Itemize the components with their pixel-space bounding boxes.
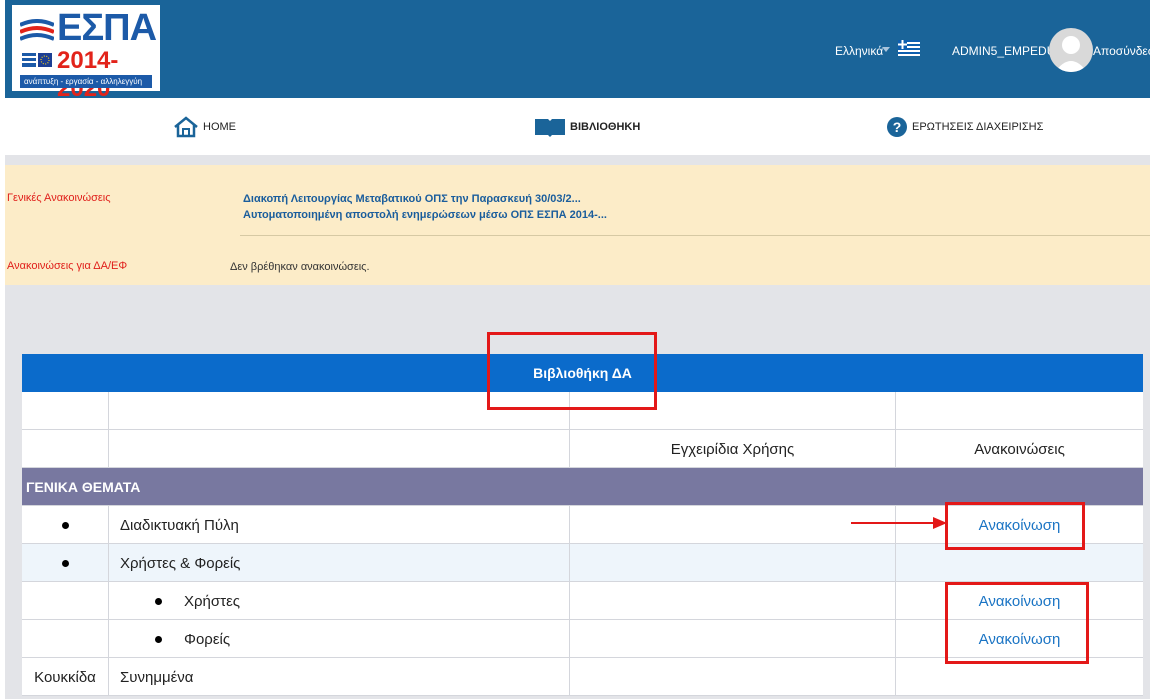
espa-logo[interactable]: ΕΣΠΑ 2014-2020 ανάπτυξη - εργασία - αλλη… — [12, 5, 160, 102]
table-cell — [22, 430, 109, 468]
table-cell: Συνημμένα — [109, 658, 570, 696]
logo-stripes-icon — [20, 19, 54, 41]
section-row: ΓΕΝΙΚΑ ΘΕΜΑΤΑ — [22, 468, 1143, 506]
logo-flags-icon — [22, 53, 52, 67]
svg-text:?: ? — [893, 119, 902, 135]
announcements-panel: Γενικές Ανακοινώσεις Διακοπή Λειτουργίας… — [5, 165, 1150, 285]
top-header: ΕΣΠΑ 2014-2020 ανάπτυξη - εργασία - αλλη… — [5, 0, 1150, 102]
column-header-announcements: Ανακοινώσεις — [974, 440, 1065, 458]
red-arrow-icon — [851, 517, 947, 529]
table-cell — [570, 620, 896, 658]
table-cell — [22, 506, 109, 544]
logo-title: ΕΣΠΑ — [57, 7, 157, 49]
main-nav: HOME ΒΙΒΛΙΟΘΗΚΗ ? ΕΡΩΤΗΣΕΙΣ ΔΙΑΧΕΙΡΙΣΗΣ — [5, 98, 1150, 155]
avatar[interactable] — [1049, 28, 1093, 72]
column-header-manuals: Εγχειρίδια Χρήσης — [570, 430, 896, 468]
nav-faq-label: ΕΡΩΤΗΣΕΙΣ ΔΙΑΧΕΙΡΙΣΗΣ — [912, 120, 1044, 133]
row-label: Διαδικτυακή Πύλη — [109, 506, 570, 544]
language-selector[interactable]: Ελληνικά — [835, 44, 883, 58]
section-title: ΓΕΝΙΚΑ ΘΕΜΑΤΑ — [26, 479, 141, 495]
row-label: Χρήστες & Φορείς — [109, 544, 570, 582]
nav-faq[interactable]: ? ΕΡΩΤΗΣΕΙΣ ΔΙΑΧΕΙΡΙΣΗΣ — [886, 98, 1043, 155]
question-icon: ? — [887, 116, 907, 137]
general-announcements-label: Γενικές Ανακοινώσεις — [7, 192, 111, 204]
table-cell — [22, 544, 109, 582]
logo-tagline: ανάπτυξη - εργασία - αλληλεγγύη — [20, 75, 152, 88]
table-header-row: Εγχειρίδια Χρήσης Ανακοινώσεις — [22, 430, 1143, 468]
logout-link[interactable]: Αποσύνδεση — [1093, 44, 1150, 58]
bullet-icon — [155, 597, 162, 605]
da-announcements-label: Ανακοινώσεις για ΔΑ/ΕΦ — [7, 260, 128, 272]
table-cell — [570, 544, 896, 582]
table-cell — [109, 430, 570, 468]
table-cell: Φορείς — [109, 620, 570, 658]
greek-flag-icon[interactable] — [898, 40, 920, 56]
user-silhouette-icon — [1055, 36, 1087, 72]
bullet-icon — [61, 521, 69, 529]
announcement-link[interactable]: Διακοπή Λειτουργίας Μεταβατικού ΟΠΣ την … — [243, 193, 581, 205]
bullet-icon — [61, 559, 69, 567]
announcement-link[interactable]: Αυτοματοποιημένη αποστολή ενημερώσεων μέ… — [243, 209, 607, 221]
open-book-icon — [535, 118, 565, 137]
page: ΕΣΠΑ 2014-2020 ανάπτυξη - εργασία - αλλη… — [5, 0, 1150, 699]
highlight-box-links — [945, 582, 1089, 664]
row-label: Χρήστες — [184, 592, 240, 610]
nav-home[interactable]: HOME — [173, 98, 236, 155]
table-cell — [896, 392, 1143, 430]
chevron-down-icon[interactable] — [882, 47, 890, 52]
bullet-icon — [155, 635, 162, 643]
nav-library[interactable]: ΒΙΒΛΙΟΘΗΚΗ — [534, 98, 640, 155]
table-cell: Κουκκίδα — [22, 658, 109, 696]
table-cell — [570, 582, 896, 620]
nav-home-label: HOME — [203, 120, 236, 133]
username-label[interactable]: ADMIN5_EMPEDU — [952, 44, 1055, 58]
nav-library-label: ΒΙΒΛΙΟΘΗΚΗ — [570, 120, 641, 133]
highlight-box-link — [945, 502, 1085, 550]
table-cell — [570, 506, 896, 544]
row-label: Φορείς — [184, 630, 231, 648]
table-cell: Χρήστες — [109, 582, 570, 620]
table-cell — [22, 620, 109, 658]
table-cell — [22, 392, 109, 430]
no-announcements-text: Δεν βρέθηκαν ανακοινώσεις. — [230, 261, 370, 273]
highlight-box-title — [487, 332, 657, 410]
home-icon — [174, 115, 198, 137]
divider — [240, 235, 1150, 236]
table-cell — [22, 582, 109, 620]
table-cell — [570, 658, 896, 696]
